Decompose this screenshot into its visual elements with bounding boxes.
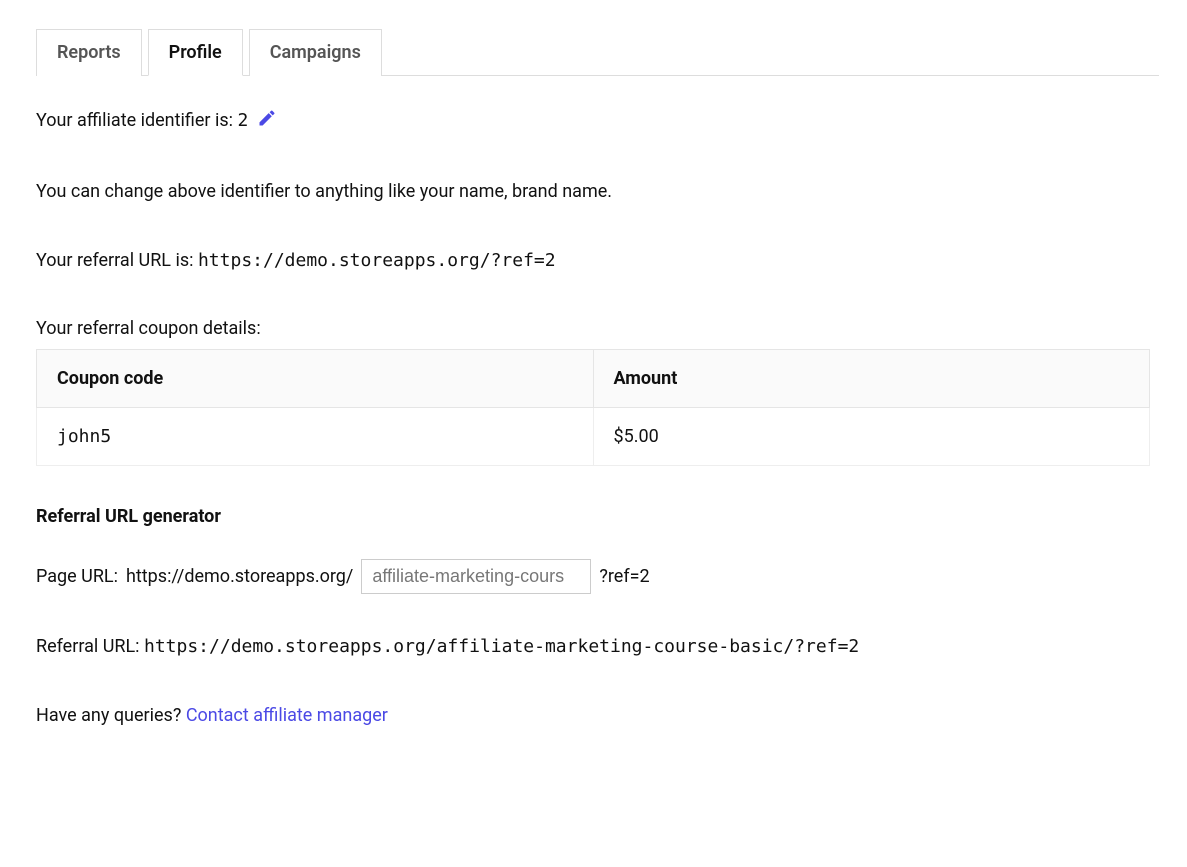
coupon-header-code: Coupon code — [37, 349, 594, 407]
coupon-amount-cell: $5.00 — [593, 407, 1150, 465]
edit-identifier-icon[interactable] — [257, 108, 277, 135]
page-url-row: Page URL: https://demo.storeapps.org/ ?r… — [36, 559, 1150, 594]
page-url-input[interactable] — [361, 559, 591, 594]
generator-title: Referral URL generator — [36, 506, 1150, 527]
coupon-code-cell: john5 — [37, 407, 594, 465]
referral-url-row: Your referral URL is: https://demo.store… — [36, 248, 1150, 273]
contact-manager-link[interactable]: Contact affiliate manager — [186, 705, 388, 726]
coupon-header-amount: Amount — [593, 349, 1150, 407]
identifier-label: Your affiliate identifier is: — [36, 110, 233, 131]
referral-url-label: Your referral URL is: — [36, 250, 194, 271]
queries-row: Have any queries? Contact affiliate mana… — [36, 703, 1150, 728]
queries-text: Have any queries? — [36, 705, 181, 726]
coupon-table: Coupon code Amount john5 $5.00 — [36, 349, 1150, 466]
profile-content: Your affiliate identifier is: 2 You can … — [28, 76, 1158, 728]
referral-result-label: Referral URL: — [36, 636, 140, 657]
tab-profile[interactable]: Profile — [148, 29, 243, 76]
referral-result-row: Referral URL: https://demo.storeapps.org… — [36, 634, 1150, 659]
referral-result-value: https://demo.storeapps.org/affiliate-mar… — [144, 636, 859, 657]
identifier-value: 2 — [237, 110, 248, 131]
tabs: Reports Profile Campaigns — [36, 28, 1159, 76]
affiliate-identifier-row: Your affiliate identifier is: 2 — [36, 108, 1150, 135]
table-row: john5 $5.00 — [37, 407, 1150, 465]
page-url-base: https://demo.storeapps.org/ — [126, 566, 353, 587]
tab-reports[interactable]: Reports — [36, 29, 142, 76]
referral-url-value: https://demo.storeapps.org/?ref=2 — [198, 250, 556, 271]
tab-campaigns[interactable]: Campaigns — [249, 29, 382, 76]
page-url-label: Page URL: — [36, 566, 118, 587]
coupon-details-label: Your referral coupon details: — [36, 318, 1150, 339]
change-hint: You can change above identifier to anyth… — [36, 179, 1150, 204]
page-url-suffix: ?ref=2 — [599, 566, 649, 587]
